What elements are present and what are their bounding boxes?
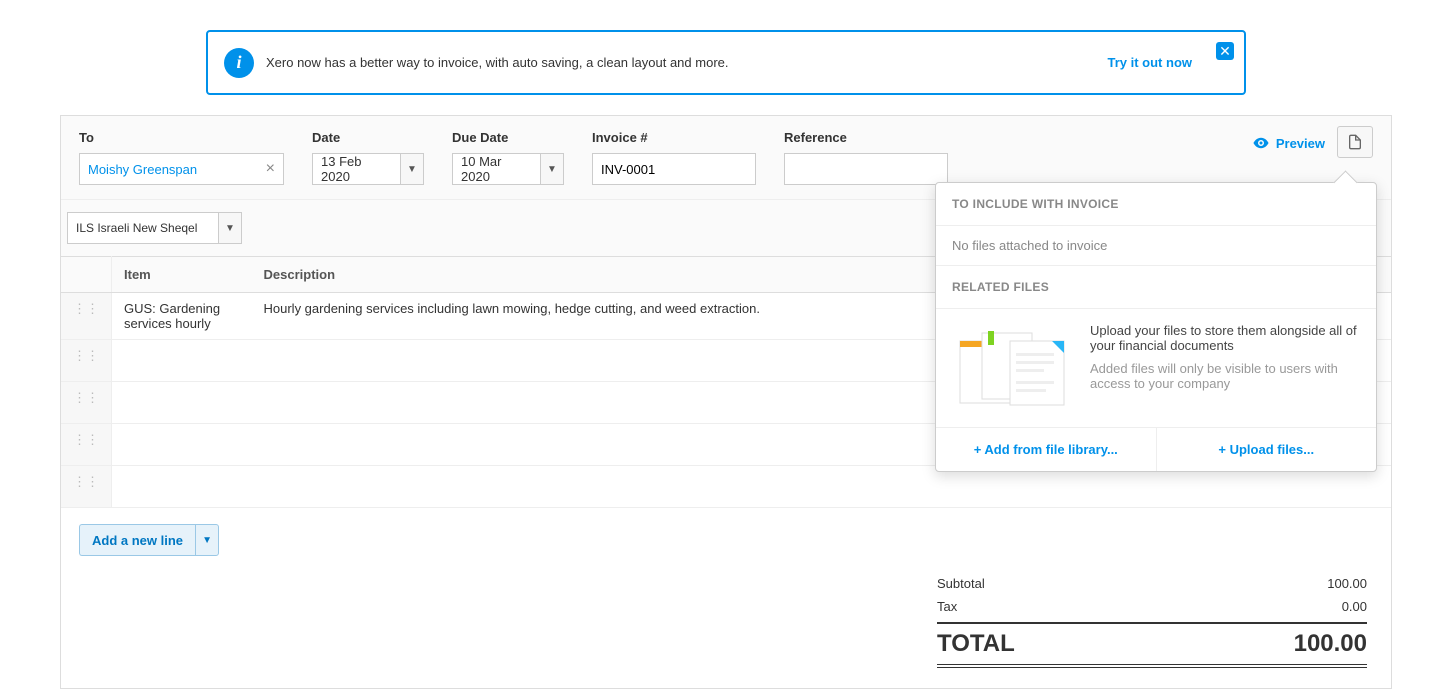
drag-handle-icon[interactable]: ⋮⋮ — [61, 382, 112, 424]
reference-input[interactable] — [784, 153, 948, 185]
due-date-label: Due Date — [452, 130, 564, 145]
total-label: TOTAL — [937, 630, 1015, 658]
due-date-dropdown-button[interactable]: ▼ — [540, 153, 564, 185]
include-header: TO INCLUDE WITH INVOICE — [936, 183, 1376, 225]
invoice-number-label: Invoice # — [592, 130, 756, 145]
to-value: Moishy Greenspan — [88, 162, 197, 177]
chevron-down-icon: ▼ — [202, 535, 212, 546]
invoice-number-input[interactable] — [592, 153, 756, 185]
drag-handle-icon[interactable]: ⋮⋮ — [61, 340, 112, 382]
eye-icon — [1252, 134, 1270, 152]
add-line-dropdown-button[interactable]: ▼ — [195, 524, 219, 556]
banner-text: Xero now has a better way to invoice, wi… — [266, 55, 728, 70]
preview-label: Preview — [1276, 136, 1325, 151]
chevron-down-icon: ▼ — [547, 164, 557, 175]
cell-item[interactable]: GUS: Gardening services hourly — [112, 293, 252, 340]
reference-label: Reference — [784, 130, 948, 145]
info-icon: i — [224, 48, 254, 78]
currency-select[interactable]: ILS Israeli New Sheqel — [67, 212, 218, 244]
drag-handle-icon[interactable]: ⋮⋮ — [61, 424, 112, 466]
total-value: 100.00 — [1294, 630, 1367, 658]
banner-cta-link[interactable]: Try it out now — [1108, 55, 1193, 70]
close-icon: ✕ — [1219, 43, 1231, 60]
invoice-form: Preview To Moishy Greenspan × Date 13 Fe… — [60, 115, 1392, 689]
date-input[interactable]: 13 Feb 2020 — [312, 153, 400, 185]
drag-handle-icon[interactable]: ⋮⋮ — [61, 466, 112, 508]
cell-description[interactable]: Hourly gardening services including lawn… — [252, 293, 1022, 340]
drag-handle-icon[interactable]: ⋮⋮ — [61, 293, 112, 340]
tax-value: 0.00 — [1342, 599, 1367, 614]
invoice-banner: i Xero now has a better way to invoice, … — [206, 30, 1246, 95]
due-date-input[interactable]: 10 Mar 2020 — [452, 153, 540, 185]
totals-section: Subtotal 100.00 Tax 0.00 TOTAL 100.00 — [937, 572, 1367, 668]
chevron-down-icon: ▼ — [407, 164, 417, 175]
add-from-library-button[interactable]: + Add from file library... — [936, 428, 1156, 471]
upload-sub-text: Added files will only be visible to user… — [1090, 361, 1360, 391]
to-clear-button[interactable]: × — [266, 160, 275, 178]
tax-label: Tax — [937, 599, 957, 614]
upload-files-button[interactable]: + Upload files... — [1156, 428, 1377, 471]
date-dropdown-button[interactable]: ▼ — [400, 153, 424, 185]
chevron-down-icon: ▼ — [225, 223, 235, 234]
files-button[interactable] — [1337, 126, 1373, 158]
upload-main-text: Upload your files to store them alongsid… — [1090, 323, 1360, 353]
currency-dropdown-button[interactable]: ▼ — [218, 212, 242, 244]
to-label: To — [79, 130, 284, 145]
col-item: Item — [112, 257, 252, 293]
related-header: RELATED FILES — [936, 266, 1376, 308]
col-description: Description — [252, 257, 1022, 293]
add-line-button[interactable]: Add a new line — [79, 524, 195, 556]
subtotal-label: Subtotal — [937, 576, 985, 591]
subtotal-value: 100.00 — [1327, 576, 1367, 591]
date-label: Date — [312, 130, 424, 145]
to-input[interactable]: Moishy Greenspan × — [79, 153, 284, 185]
no-files-text: No files attached to invoice — [936, 226, 1376, 265]
file-icon — [1347, 133, 1363, 151]
preview-button[interactable]: Preview — [1252, 134, 1325, 152]
files-popover: TO INCLUDE WITH INVOICE No files attache… — [935, 182, 1377, 472]
banner-close-button[interactable]: ✕ — [1216, 42, 1234, 60]
documents-illustration-icon — [952, 323, 1072, 413]
